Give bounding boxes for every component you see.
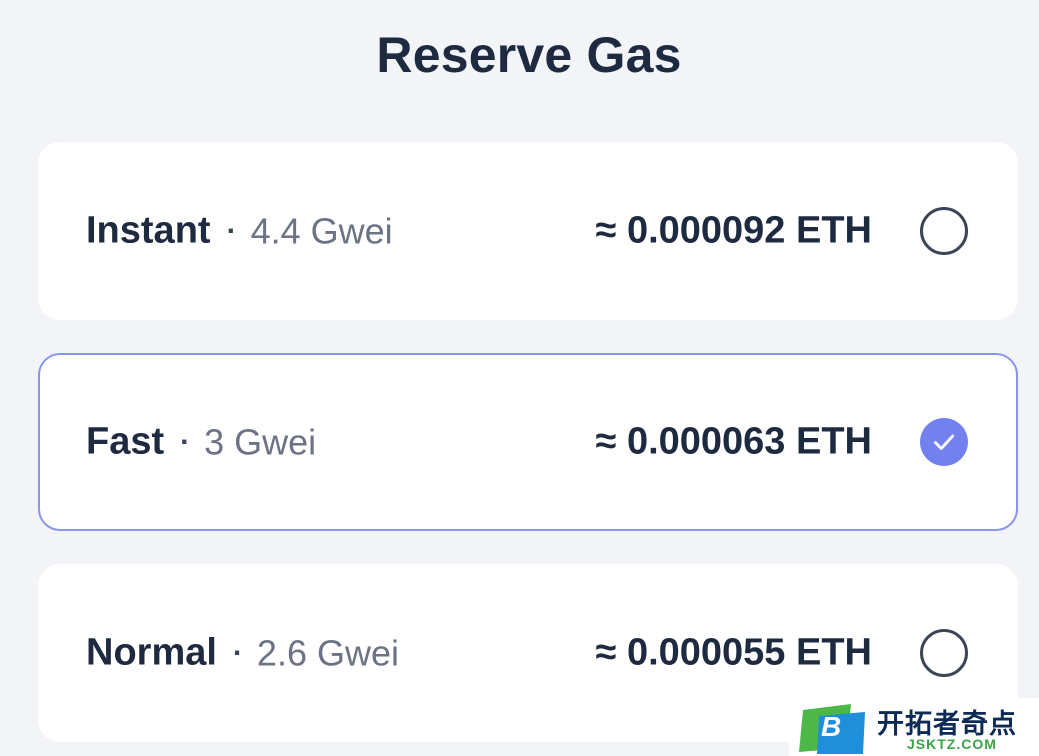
gwei-price: 2.6 Gwei xyxy=(256,632,399,673)
separator-dot: · xyxy=(232,636,243,669)
radio-unchecked-icon[interactable] xyxy=(920,629,968,677)
page-title: Reserve Gas xyxy=(376,27,682,83)
watermark-logo-letter: B xyxy=(821,711,841,742)
eth-estimate: ≈ 0.000055 ETH xyxy=(595,631,872,674)
watermark-text-en: JSKTZ.COM xyxy=(907,736,997,752)
radio-unchecked-icon[interactable] xyxy=(920,207,968,255)
speed-name: Instant xyxy=(86,209,211,252)
separator-dot: · xyxy=(226,214,237,247)
radio-checked-icon[interactable] xyxy=(920,418,968,466)
option-info: Fast · 3 Gwei xyxy=(86,421,316,464)
eth-estimate: ≈ 0.000063 ETH xyxy=(595,420,872,463)
speed-name: Fast xyxy=(86,420,165,463)
option-info: Instant · 4.4 Gwei xyxy=(86,210,393,253)
checkmark-icon xyxy=(933,434,955,450)
gwei-price: 4.4 Gwei xyxy=(250,210,393,251)
option-info: Normal · 2.6 Gwei xyxy=(86,632,399,675)
eth-estimate: ≈ 0.000092 ETH xyxy=(595,209,872,252)
speed-name: Normal xyxy=(86,631,217,674)
gas-option-fast[interactable]: Fast · 3 Gwei ≈ 0.000063 ETH xyxy=(38,353,1018,531)
reserve-gas-panel: Reserve Gas Instant · 4.4 Gwei ≈ 0.00009… xyxy=(0,0,1039,756)
watermark-logo-icon: B xyxy=(799,704,865,754)
gwei-price: 3 Gwei xyxy=(204,421,317,462)
watermark: B 开拓者奇点 JSKTZ.COM xyxy=(789,698,1039,756)
gas-option-instant[interactable]: Instant · 4.4 Gwei ≈ 0.000092 ETH xyxy=(38,142,1018,320)
separator-dot: · xyxy=(180,425,191,458)
